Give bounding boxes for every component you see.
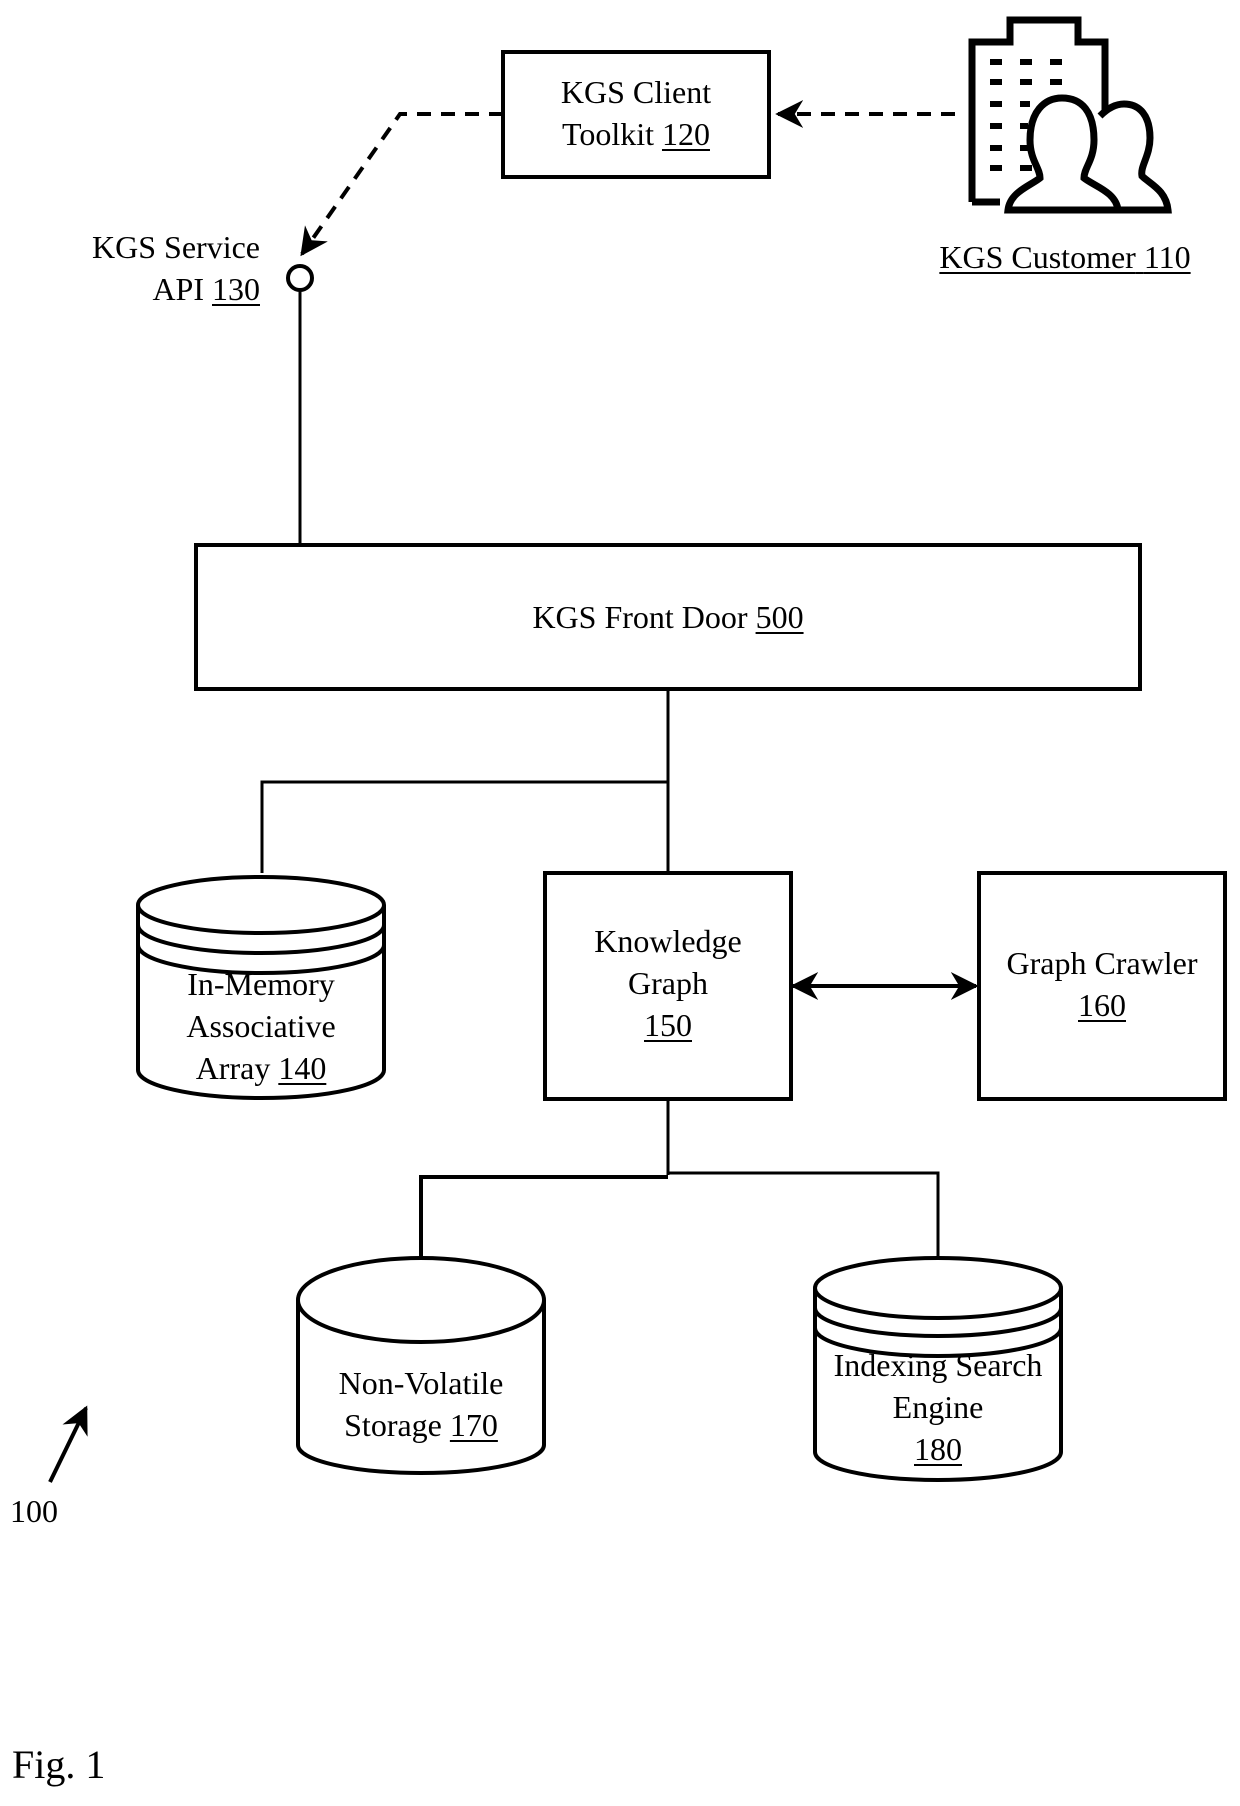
front-door-label-text: KGS Front Door (532, 599, 748, 635)
knowledge-graph-label-line1: Knowledge (594, 923, 742, 959)
edge-kg-to-nv-storage (419, 1175, 668, 1256)
front-door-label: KGS Front Door 500 (196, 596, 1140, 638)
graph-crawler-label: Graph Crawler 160 (979, 942, 1225, 1026)
assoc-array-label-line1: In-Memory (187, 966, 335, 1002)
client-toolkit-label: KGS Client Toolkit 120 (503, 71, 769, 155)
nv-storage-label-line2: Storage (344, 1407, 442, 1443)
knowledge-graph-label-line2: Graph (628, 965, 708, 1001)
figure-caption: Fig. 1 (12, 1742, 106, 1787)
front-door-ref: 500 (755, 599, 804, 635)
client-toolkit-label-line2: Toolkit (562, 116, 654, 152)
nv-storage-label: Non-Volatile Storage 170 (298, 1362, 544, 1446)
search-engine-label-line2: Engine (892, 1389, 984, 1425)
edge-toolkit-to-api (300, 112, 503, 257)
service-api-label-line2: API (152, 271, 204, 307)
system-ref-arrow (48, 1405, 88, 1483)
knowledge-graph-label: Knowledge Graph 150 (545, 920, 791, 1046)
search-engine-ref: 180 (914, 1431, 962, 1467)
search-engine-label: Indexing Search Engine 180 (805, 1344, 1071, 1470)
graph-crawler-ref: 160 (1078, 987, 1126, 1023)
building-people-icon (968, 16, 1172, 214)
edge-kg-to-search-engine (668, 1171, 940, 1256)
service-api-label: KGS Service API 130 (40, 226, 260, 310)
search-engine-label-line1: Indexing Search (833, 1347, 1043, 1383)
nv-storage-label-line1: Non-Volatile (338, 1365, 504, 1401)
service-api-ref: 130 (212, 271, 260, 307)
edge-frontdoor-to-assoc-array (260, 780, 668, 873)
nv-storage-ref: 170 (449, 1407, 498, 1443)
assoc-array-label: In-Memory Associative Array 140 (138, 963, 384, 1089)
service-api-label-line1: KGS Service (92, 229, 260, 265)
assoc-array-ref: 140 (278, 1050, 327, 1086)
system-ref-label: 100 (10, 1493, 58, 1529)
customer-label: KGS Customer 110 (900, 236, 1230, 278)
assoc-array-label-line2: Associative (186, 1008, 336, 1044)
client-toolkit-ref: 120 (661, 116, 710, 152)
client-toolkit-label-line1: KGS Client (560, 74, 712, 110)
assoc-array-label-line3: Array (195, 1050, 271, 1086)
customer-label-text: KGS Customer (939, 239, 1136, 275)
service-api-interface-icon (286, 264, 314, 292)
customer-ref: 110 (1143, 239, 1191, 275)
knowledge-graph-ref: 150 (644, 1007, 692, 1043)
graph-crawler-label-text: Graph Crawler (1006, 945, 1198, 981)
